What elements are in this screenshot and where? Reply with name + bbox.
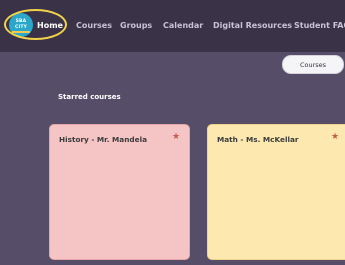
course-card-math[interactable]: Math - Ms. McKellar ★ bbox=[207, 124, 345, 260]
nav-item-digital-resources[interactable]: Digital Resources bbox=[213, 19, 292, 33]
nav-item-student-faq[interactable]: Student FAQ bbox=[294, 19, 345, 33]
course-card-title[interactable]: History - Mr. Mandela bbox=[59, 135, 147, 144]
nav-item-calendar[interactable]: Calendar bbox=[163, 19, 203, 33]
star-icon[interactable]: ★ bbox=[172, 132, 180, 142]
course-card-history[interactable]: History - Mr. Mandela ★ bbox=[49, 124, 190, 260]
top-navigation-bar: SBA CITY Home Courses Groups Calendar Di… bbox=[0, 0, 345, 52]
course-card-title[interactable]: Math - Ms. McKellar bbox=[217, 135, 298, 144]
courses-button[interactable]: Courses bbox=[282, 55, 344, 74]
starred-courses-heading: Starred courses bbox=[58, 93, 121, 101]
nav-item-courses[interactable]: Courses bbox=[76, 19, 112, 33]
star-icon[interactable]: ★ bbox=[331, 132, 339, 142]
nav-item-groups[interactable]: Groups bbox=[120, 19, 152, 33]
nav-item-home[interactable]: Home bbox=[37, 19, 63, 33]
